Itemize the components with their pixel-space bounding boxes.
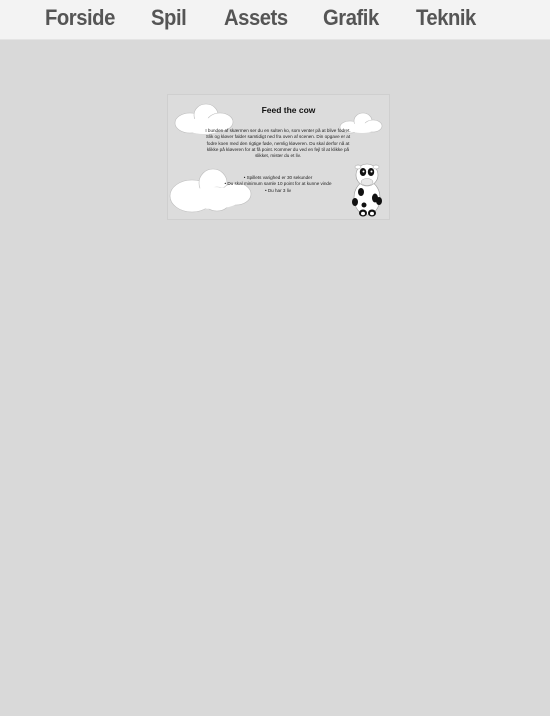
nav-link-assets[interactable]: Assets: [224, 5, 288, 31]
game-description: I bunden af skærmen ser du en sulten ko,…: [205, 128, 351, 159]
nav-link-forside[interactable]: Forside: [45, 5, 115, 31]
rule-item: • Du har 3 liv: [264, 187, 292, 193]
nav-link-grafik[interactable]: Grafik: [323, 5, 379, 31]
game-start-screen[interactable]: Feed the cow I bunden af skærmen ser du …: [167, 94, 390, 220]
nav-link-spil[interactable]: Spil: [151, 5, 187, 31]
game-title: Feed the cow: [261, 105, 316, 115]
top-navigation: Forside Spil Assets Grafik Teknik: [0, 0, 550, 40]
nav-link-teknik[interactable]: Teknik: [416, 5, 476, 31]
game-rules-list: • Spillets varighed er 30 sekunder • Du …: [198, 175, 358, 194]
